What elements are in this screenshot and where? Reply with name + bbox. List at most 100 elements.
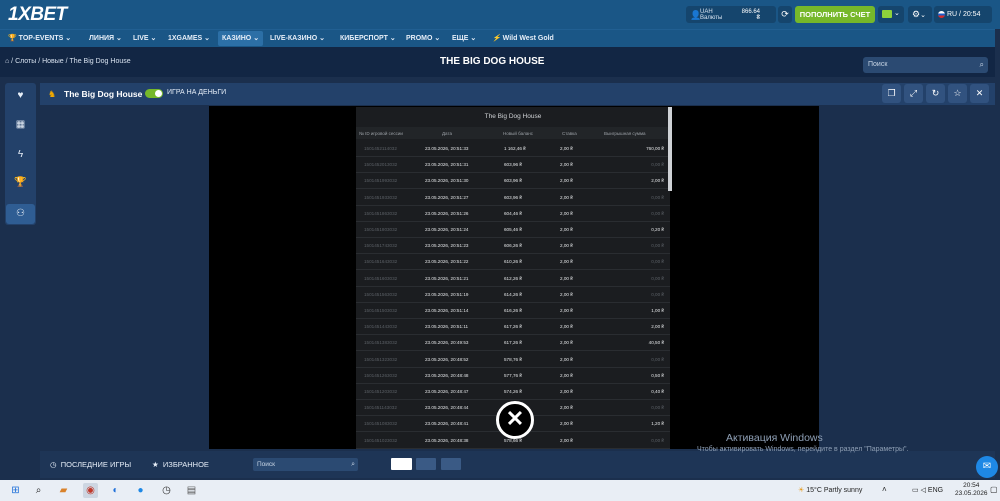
game-dog-icon: ♞ <box>48 89 57 99</box>
date-cell: 23.05.2026, 20:51:14 <box>425 308 469 313</box>
balance-cell: 617,26 ₴ <box>504 340 522 346</box>
add-to-favorites-button[interactable]: ☆ <box>948 84 967 103</box>
notification-icon[interactable]: ▢ <box>990 485 998 494</box>
trophy-icon[interactable]: 🏆 <box>5 177 36 188</box>
open-in-window-button[interactable]: ❐ <box>882 84 901 103</box>
date-cell: 23.05.2026, 20:51:27 <box>425 194 469 200</box>
explorer-icon[interactable]: ▰ <box>56 483 71 498</box>
network-icon[interactable]: ▭ <box>912 487 919 494</box>
windows-activation-text: Чтобы активировать Windows, перейдите в … <box>697 446 909 453</box>
app-icon[interactable]: ▤ <box>184 483 199 498</box>
search-input[interactable]: Поиск ⌕ <box>863 57 988 73</box>
taskbar-clock[interactable]: 20:54 23.05.2026 <box>955 482 988 498</box>
favorites-heart-icon[interactable]: ♥ <box>5 90 36 101</box>
recent-games-tab[interactable]: ◷ ПОСЛЕДНИЕ ИГРЫ <box>50 460 131 469</box>
bottom-search-input[interactable]: Поиск ⌕ <box>253 458 358 471</box>
nav-line[interactable]: ЛИНИЯ ⌄ <box>89 30 122 47</box>
lightning-icon[interactable]: ϟ <box>5 149 36 160</box>
bet-cell: 2,00 ₴ <box>560 194 573 200</box>
search-icon[interactable]: ⌕ <box>351 458 355 471</box>
nav-casino[interactable]: КАЗИНО ⌄ <box>218 31 264 46</box>
balance-cell: 616,26 ₴ <box>504 308 522 313</box>
real-money-toggle[interactable] <box>145 89 163 98</box>
col-bet: Ставка <box>562 131 577 136</box>
balance-cell: 614,26 ₴ <box>504 291 522 297</box>
search-icon[interactable]: ⌕ <box>980 57 984 73</box>
language-time-button[interactable]: RU / 20:54 <box>934 6 992 23</box>
messages-button[interactable]: ⌄ <box>878 6 904 23</box>
chevron-up-icon[interactable]: ˄ <box>882 485 887 494</box>
fullscreen-button[interactable]: ⤢ <box>904 84 923 103</box>
clock-date: 23.05.2026 <box>955 490 988 497</box>
left-sidebar: ♥ ▦ ϟ 🏆 ⚇ <box>5 83 36 225</box>
gamepad-icon[interactable]: ⚇ <box>6 204 35 224</box>
home-icon[interactable]: ⌂ <box>5 58 9 65</box>
col-session-id: № ID игровой сессии <box>359 131 403 136</box>
edge-icon[interactable]: ◐ <box>108 483 123 498</box>
top-bar: 1XBET 👤 UAH Валюты 866.64 ₴ ⟳ ПОПОЛНИТЬ … <box>0 0 1000 29</box>
nav-esports[interactable]: КИБЕРСПОРТ ⌄ <box>340 30 396 47</box>
page-scrollbar[interactable] <box>995 29 1000 478</box>
nav-top-events[interactable]: 🏆 TOP-EVENTS ⌄ <box>8 30 71 47</box>
close-history-button[interactable]: ✕ <box>496 401 534 439</box>
bet-cell: 2,00 ₴ <box>560 291 573 297</box>
weather-widget[interactable]: ☀ 15°C Partly sunny <box>798 486 862 494</box>
nav-wild-west-gold[interactable]: ⚡ Wild West Gold <box>492 30 554 47</box>
layout-double-button[interactable] <box>416 458 436 470</box>
nav-more[interactable]: ЕЩЕ ⌄ <box>452 30 476 47</box>
session-id: 1501451383032 <box>364 340 398 346</box>
table-row: 1501452114032 23.05.2026, 20:51:33 1 162,4… <box>356 141 670 157</box>
support-chat-button[interactable]: ✉ <box>976 456 998 478</box>
nav-1xgames[interactable]: 1XGAMES ⌄ <box>168 30 210 47</box>
bet-cell: 2,00 ₴ <box>560 340 573 346</box>
favorites-tab[interactable]: ★ ИЗБРАННОЕ <box>152 460 209 469</box>
main-nav: 🏆 TOP-EVENTS ⌄ ЛИНИЯ ⌄ LIVE ⌄ 1XGAMES ⌄ … <box>0 29 1000 47</box>
deposit-button[interactable]: ПОПОЛНИТЬ СЧЕТ <box>795 6 875 23</box>
col-win-amount: Выигрышная сумма <box>604 131 646 136</box>
weather-text: 15°C Partly sunny <box>806 487 863 494</box>
session-id: 1501451443032 <box>364 324 398 330</box>
bet-cell: 2,00 ₴ <box>560 227 573 232</box>
win-cell: 0,00 ₴ <box>651 162 664 168</box>
reload-game-button[interactable]: ↻ <box>926 84 945 103</box>
recent-games-label: ПОСЛЕДНИЕ ИГРЫ <box>60 460 132 469</box>
balance-cell: 577,76 ₴ <box>504 372 522 378</box>
breadcrumb[interactable]: ⌂ / Слоты / Новые / The Big Dog House <box>5 58 131 65</box>
search-icon[interactable]: ⌕ <box>31 483 46 498</box>
casino-cards-icon[interactable]: ▦ <box>5 119 36 130</box>
nav-live-casino[interactable]: LIVE-КАЗИНО ⌄ <box>270 30 325 47</box>
history-scrollbar[interactable] <box>668 107 672 191</box>
gear-icon: ⚙ <box>912 9 921 19</box>
nav-live[interactable]: LIVE ⌄ <box>133 30 156 47</box>
currency-label: UAH Валюты <box>700 9 722 21</box>
account-balance-button[interactable]: 👤 UAH Валюты 866.64 ₴ <box>686 6 776 23</box>
speaker-icon[interactable]: ◁ <box>921 487 926 494</box>
layout-quad-button[interactable] <box>441 458 461 470</box>
input-language[interactable]: ENG <box>928 487 943 494</box>
windows-activation-title: Активация Windows <box>726 432 823 444</box>
table-row: 1501451863032 23.05.2026, 20:51:26 604,46 … <box>356 206 670 222</box>
close-game-button[interactable]: ✕ <box>970 84 989 103</box>
settings-button[interactable]: ⚙⌄ <box>908 6 932 23</box>
balance-cell: 610,26 ₴ <box>504 259 522 265</box>
chevron-down-icon: ⌄ <box>894 10 900 17</box>
close-icon: ✕ <box>505 406 525 431</box>
breadcrumb-path[interactable]: Слоты / Новые / The Big Dog House <box>15 58 131 65</box>
clock-app-icon[interactable]: ◷ <box>159 483 174 498</box>
refresh-balance-button[interactable]: ⟳ <box>778 6 792 23</box>
date-cell: 23.05.2026, 20:48:38 <box>425 437 469 443</box>
nav-promo[interactable]: PROMO ⌄ <box>406 30 440 47</box>
layout-single-button[interactable] <box>391 458 412 470</box>
windows-start-icon[interactable]: ⊞ <box>8 483 23 498</box>
win-cell: 40,50 ₴ <box>648 340 664 346</box>
col-new-balance: Новый баланс <box>503 131 533 136</box>
table-row: 1501451203032 23.05.2026, 20:48:47 574,26 … <box>356 384 670 400</box>
chat-icon: ✉ <box>982 461 992 472</box>
refresh-icon: ↻ <box>931 88 940 98</box>
bet-cell: 2,00 ₴ <box>560 421 573 427</box>
table-row: 1501451993032 23.05.2026, 20:51:30 603,96 … <box>356 173 670 190</box>
brand-logo[interactable]: 1XBET <box>8 4 67 26</box>
browser-icon[interactable]: ◉ <box>83 483 98 498</box>
date-cell: 23.05.2026, 20:48:52 <box>425 356 469 362</box>
chrome-icon[interactable]: ● <box>133 483 148 498</box>
